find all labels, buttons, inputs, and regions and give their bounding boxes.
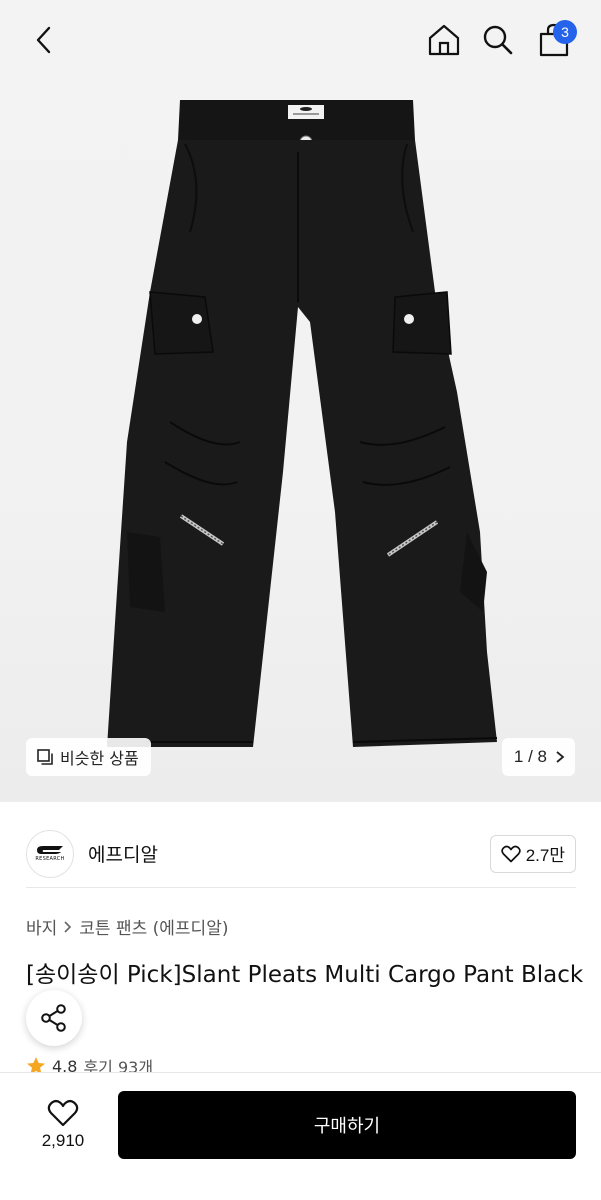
- product-image-gallery[interactable]: 비슷한 상품 1 / 8: [0, 0, 601, 802]
- share-icon: [41, 1004, 66, 1032]
- top-navigation-bar: 3: [0, 0, 601, 80]
- back-button[interactable]: [20, 16, 68, 64]
- home-button[interactable]: [420, 16, 468, 64]
- product-image: [107, 100, 498, 747]
- home-icon: [428, 24, 460, 56]
- similar-products-button[interactable]: 비슷한 상품: [26, 738, 151, 776]
- bottom-action-bar: 2,910 구매하기: [0, 1072, 601, 1200]
- search-button[interactable]: [474, 16, 522, 64]
- brand-logo[interactable]: RESEARCH: [26, 829, 74, 878]
- heart-icon: [47, 1099, 79, 1127]
- brand-row: RESEARCH 에프디알 2.7만: [26, 820, 576, 888]
- chevron-right-icon: [556, 751, 565, 763]
- breadcrumb: 바지 코튼 팬츠 (에프디알): [26, 914, 228, 939]
- search-icon: [483, 25, 513, 55]
- back-arrow-icon: [36, 26, 51, 54]
- share-button[interactable]: [26, 990, 82, 1046]
- chevron-right-icon: [64, 920, 72, 933]
- cart-button[interactable]: 3: [530, 16, 578, 64]
- wishlist-count: 2,910: [41, 1131, 85, 1150]
- brand-logo-text: RESEARCH: [35, 856, 65, 862]
- pager-text: 1 / 8: [513, 747, 547, 766]
- breadcrumb-item-category[interactable]: 바지: [26, 914, 57, 939]
- brand-name[interactable]: 에프디알: [88, 840, 490, 867]
- similar-products-label: 비슷한 상품: [60, 749, 139, 768]
- image-pager[interactable]: 1 / 8: [501, 738, 575, 776]
- buy-button[interactable]: 구매하기: [118, 1091, 576, 1159]
- brand-logo-mark-icon: [37, 846, 63, 854]
- heart-icon: [500, 845, 521, 862]
- brand-like-count: 2.7만: [525, 846, 565, 865]
- breadcrumb-item-subcategory[interactable]: 코튼 팬츠 (에프디알): [79, 914, 228, 939]
- cart-count-badge: 3: [553, 20, 577, 44]
- brand-like-button[interactable]: 2.7만: [489, 834, 576, 873]
- similar-icon: [37, 749, 53, 765]
- product-title: [송이송이 Pick]Slant Pleats Multi Cargo Pant…: [26, 962, 584, 988]
- wishlist-button[interactable]: 2,910: [28, 1091, 98, 1159]
